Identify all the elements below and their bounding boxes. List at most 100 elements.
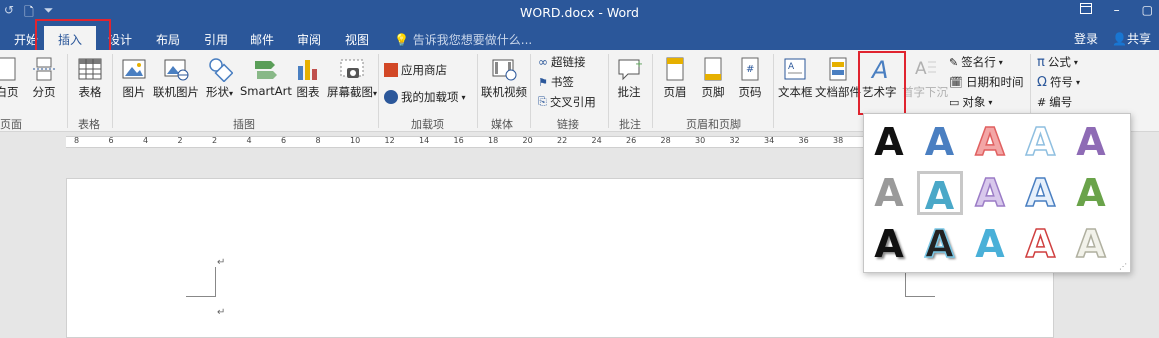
table-button[interactable]: 表格: [77, 56, 103, 100]
shapes-button[interactable]: 形状▾: [206, 56, 233, 100]
online-video-button[interactable]: 联机视频: [481, 56, 527, 100]
window-title: WORD.docx - Word: [520, 5, 639, 20]
bookmark-label: 书签: [550, 75, 574, 89]
picture-button[interactable]: 图片: [121, 56, 147, 100]
screenshot-button[interactable]: 屏幕截图▾: [327, 56, 377, 100]
datetime-button[interactable]: 🗓 日期和时间: [949, 74, 1023, 90]
share-button[interactable]: 👤共享: [1112, 30, 1151, 47]
tab-design[interactable]: 设计: [108, 31, 132, 48]
group-separator: [608, 54, 609, 128]
wordart-style-item[interactable]: A: [866, 120, 912, 164]
smartart-button[interactable]: SmartArt: [240, 56, 292, 98]
svg-text:+: +: [635, 59, 642, 70]
tab-references[interactable]: 引用: [204, 31, 228, 48]
tab-view[interactable]: 视图: [345, 31, 369, 48]
share-label: 共享: [1126, 32, 1151, 46]
tell-me-box[interactable]: 💡 告诉我您想要做什么...: [394, 31, 532, 48]
wordart-style-item[interactable]: A: [866, 171, 912, 215]
chart-icon: [298, 60, 317, 80]
maximize-button[interactable]: ▢: [1142, 3, 1153, 17]
textbox-button[interactable]: A 文本框: [778, 56, 813, 100]
wordart-style-item[interactable]: A: [1018, 170, 1064, 216]
wordart-style-item[interactable]: A: [916, 171, 963, 218]
shapes-icon: [208, 58, 233, 82]
ruler-tick-label: 20: [522, 136, 533, 145]
login-link[interactable]: 登录: [1074, 30, 1098, 47]
my-addins-label: 我的加载项: [401, 90, 459, 104]
resize-grip-icon[interactable]: ⋰: [1119, 262, 1127, 271]
quickparts-button[interactable]: 文档部件: [815, 56, 861, 100]
wordart-style-item[interactable]: A: [1068, 120, 1114, 164]
wordart-style-item[interactable]: A: [917, 221, 963, 267]
hyperlink-button[interactable]: ∞ 超链接: [538, 54, 586, 70]
wordart-style-item[interactable]: A: [917, 120, 963, 164]
blank-page-icon: [0, 57, 16, 81]
equation-button[interactable]: π 公式 ▾: [1037, 54, 1078, 70]
page-break-button[interactable]: 分页: [31, 56, 57, 100]
signature-line-button[interactable]: ✎ 签名行 ▾: [949, 54, 1003, 70]
wordart-highlight: [858, 51, 906, 115]
page-number-icon: #: [741, 57, 759, 81]
ruler-tick-label: 4: [143, 136, 149, 145]
object-button[interactable]: ▭ 对象 ▾: [949, 94, 992, 110]
comment-button[interactable]: + 批注: [616, 56, 643, 100]
ruler-tick-label: 36: [798, 136, 809, 145]
wordart-gallery: AAAAAAAAAAAAAAA ⋰: [863, 113, 1131, 273]
svg-text:#: #: [746, 64, 754, 75]
number-button[interactable]: # 编号: [1037, 94, 1072, 110]
ruler-tick-label: 6: [108, 136, 114, 145]
links-group-label: 链接: [557, 118, 579, 131]
crossref-icon: ⎘: [538, 95, 547, 108]
header-button[interactable]: 页眉: [662, 56, 688, 100]
group-separator: [112, 54, 113, 128]
ruler-tick-label: 38: [833, 136, 844, 145]
wordart-style-item[interactable]: A: [1068, 171, 1114, 215]
tab-layout[interactable]: 布局: [156, 31, 180, 48]
wordart-style-item[interactable]: A: [1018, 119, 1064, 165]
group-separator: [773, 54, 774, 128]
wordart-style-item[interactable]: A: [866, 222, 912, 266]
wordart-style-item[interactable]: A: [967, 170, 1013, 216]
page-break-icon: [33, 57, 55, 81]
bookmark-button[interactable]: ⚑ 书签: [538, 74, 574, 90]
calendar-icon: 🗓: [949, 75, 963, 89]
addins-group-label: 加载项: [411, 118, 444, 131]
textbox-icon: A: [784, 58, 806, 80]
dropcap-icon: A: [915, 59, 936, 79]
ruler-tick-label: 28: [660, 136, 671, 145]
ruler-tick-label: 26: [626, 136, 637, 145]
wordart-style-item[interactable]: A: [967, 222, 1013, 266]
my-addins-button[interactable]: 我的加载项 ▾: [384, 89, 466, 105]
tab-mailings[interactable]: 邮件: [250, 31, 274, 48]
lightbulb-icon: 💡: [394, 33, 409, 47]
number-icon: #: [1037, 95, 1047, 109]
ruler-tick-label: 2: [177, 136, 183, 145]
equation-label: 公式: [1047, 55, 1071, 69]
wordart-style-item[interactable]: A: [1018, 221, 1064, 267]
footer-button[interactable]: 页脚: [700, 56, 726, 100]
footer-label: 页脚: [701, 85, 725, 99]
crossref-button[interactable]: ⎘ 交叉引用: [538, 94, 596, 110]
pi-icon: π: [1037, 54, 1045, 70]
online-picture-button[interactable]: 联机图片: [153, 56, 199, 100]
dropcap-button[interactable]: A 首字下沉: [902, 56, 948, 100]
picture-icon: [122, 59, 146, 79]
dropcap-label: 首字下沉: [902, 85, 948, 99]
header-label: 页眉: [663, 85, 687, 99]
store-button[interactable]: 应用商店: [384, 62, 447, 78]
wordart-style-item[interactable]: A: [967, 119, 1013, 165]
online-video-label: 联机视频: [481, 85, 527, 99]
wordart-style-item[interactable]: A: [1068, 221, 1114, 267]
chart-button[interactable]: 图表: [295, 56, 321, 100]
minimize-button[interactable]: –: [1114, 3, 1120, 17]
shapes-label: 形状: [206, 85, 229, 99]
blank-page-button[interactable]: 白页: [0, 56, 20, 100]
tab-review[interactable]: 审阅: [297, 31, 321, 48]
ribbon-display-options-icon[interactable]: [1079, 3, 1092, 17]
online-picture-icon: [164, 59, 189, 81]
symbol-button[interactable]: Ω 符号 ▾: [1037, 74, 1080, 90]
page-number-button[interactable]: # 页码: [737, 56, 763, 100]
ruler-tick-label: 32: [729, 136, 740, 145]
chart-label: 图表: [296, 85, 320, 99]
smartart-icon: [254, 61, 277, 79]
